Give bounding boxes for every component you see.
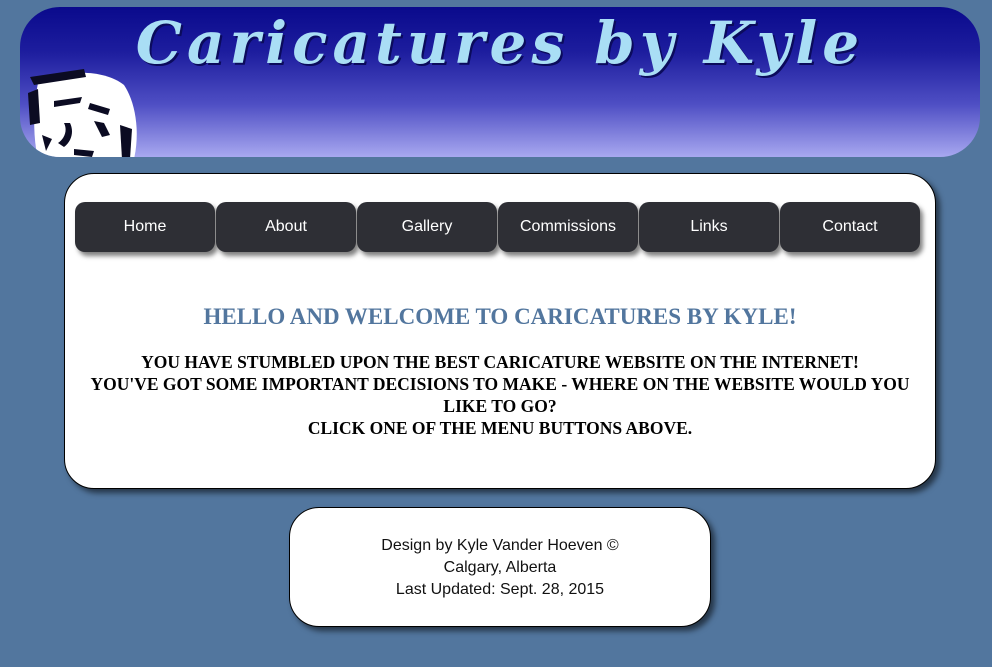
- welcome-message: YOU HAVE STUMBLED UPON THE BEST CARICATU…: [79, 351, 921, 439]
- caricature-face-logo: [28, 69, 137, 157]
- footer-last-updated: Last Updated: Sept. 28, 2015: [395, 581, 605, 598]
- welcome-heading: HELLO AND WELCOME TO CARICATURES BY KYLE…: [203, 304, 797, 329]
- site-banner: Caricatures by Kyle: [20, 7, 980, 157]
- welcome-line-2: YOU'VE GOT SOME IMPORTANT DECISIONS TO M…: [90, 374, 910, 416]
- nav-about-button[interactable]: About: [216, 202, 356, 252]
- footer-location: Calgary, Alberta: [443, 559, 557, 576]
- welcome-line-3: CLICK ONE OF THE MENU BUTTONS ABOVE.: [307, 418, 693, 438]
- nav-links-button[interactable]: Links: [639, 202, 779, 252]
- nav-contact-button[interactable]: Contact: [780, 202, 920, 252]
- nav-commissions-button[interactable]: Commissions: [498, 202, 638, 252]
- nav-gallery-button[interactable]: Gallery: [357, 202, 497, 252]
- footer-text: Design by Kyle Vander Hoeven © Calgary, …: [290, 535, 710, 601]
- welcome-line-1: YOU HAVE STUMBLED UPON THE BEST CARICATU…: [141, 352, 859, 372]
- main-nav: Home About Gallery Commissions Links Con…: [75, 202, 920, 252]
- site-title: Caricatures by Kyle: [135, 9, 865, 77]
- footer-design-credit: Design by Kyle Vander Hoeven ©: [381, 537, 619, 554]
- footer-panel: Design by Kyle Vander Hoeven © Calgary, …: [289, 507, 711, 627]
- main-content-panel: Home About Gallery Commissions Links Con…: [64, 173, 936, 489]
- nav-home-button[interactable]: Home: [75, 202, 215, 252]
